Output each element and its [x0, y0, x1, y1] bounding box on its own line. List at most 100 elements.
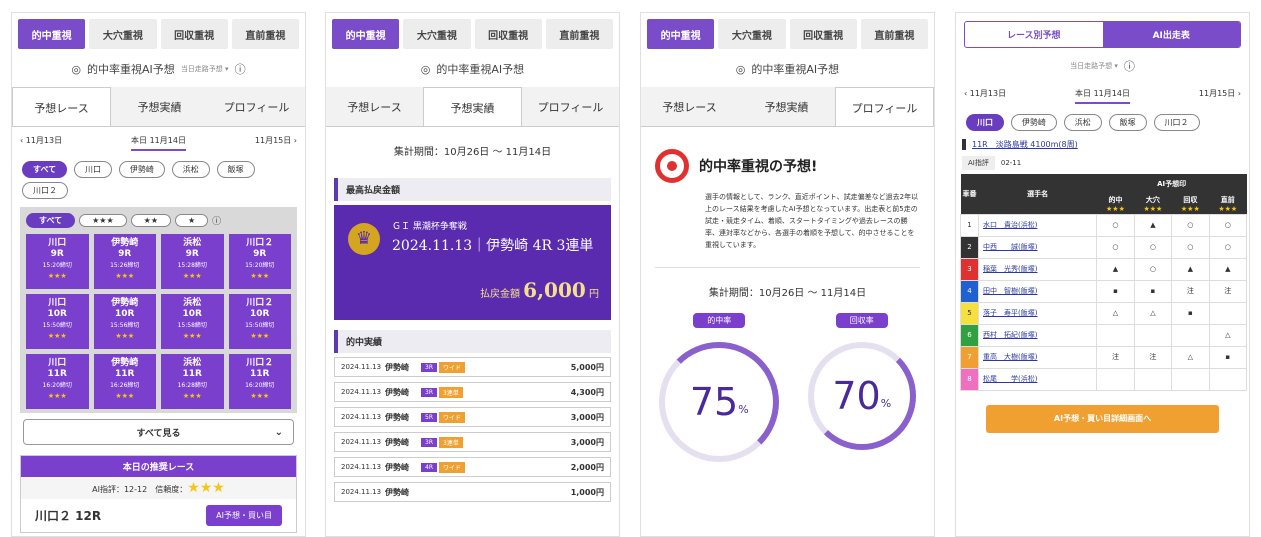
race-card[interactable]: 浜松 10R 15:58締切 ★★★ — [161, 294, 224, 349]
help-icon[interactable]: ⓘ — [235, 61, 246, 77]
mark-cell: ▪ — [1133, 279, 1173, 303]
car-number: 4 — [960, 279, 979, 303]
tab-hit[interactable]: 的中重視 — [647, 19, 715, 49]
help-icon[interactable]: ⓘ — [212, 214, 221, 227]
star-filter-3[interactable]: ★★★ — [79, 214, 127, 227]
race-card[interactable]: 伊勢崎 11R 16:26締切 ★★★ — [93, 354, 156, 409]
date-prev[interactable]: ‹ 11月13日 — [20, 135, 62, 151]
rider-name[interactable]: 稲葉 光秀(飯塚) — [977, 257, 1098, 281]
mark-cell: ○ — [1096, 213, 1135, 237]
tab-longshot[interactable]: 大穴重視 — [89, 19, 157, 49]
venue-filter-iizuka[interactable]: 飯塚 — [1108, 114, 1147, 131]
col-longshot-label: 大穴 — [1145, 195, 1160, 204]
mark-cell: △ — [1096, 301, 1135, 325]
tab-latest[interactable]: 直前重視 — [860, 19, 928, 49]
venue-filter-kawaguchi2[interactable]: 川口２ — [1153, 114, 1200, 131]
tab-results[interactable]: 予想実績 — [423, 87, 522, 126]
tab-longshot[interactable]: 大穴重視 — [403, 19, 471, 49]
date-today[interactable]: 本日 11月14日 — [131, 135, 186, 151]
col-recovery-label: 回収 — [1183, 195, 1198, 204]
venue-filter-isesaki[interactable]: 伊勢崎 — [1010, 114, 1057, 131]
venue-filter-kawaguchi[interactable]: 川口 — [966, 114, 1004, 131]
venue-filter-isesaki[interactable]: 伊勢崎 — [118, 161, 165, 178]
race-card[interactable]: 浜松 11R 16:28締切 ★★★ — [161, 354, 224, 409]
divider — [655, 267, 920, 268]
rider-name[interactable]: 松尾 学(浜松) — [977, 367, 1098, 391]
tab-results[interactable]: 予想実績 — [738, 87, 835, 126]
race-card[interactable]: 浜松 9R 15:28締切 ★★★ — [161, 234, 224, 289]
tab-races[interactable]: 予想レース — [641, 87, 738, 126]
hit-row[interactable]: 2024.11.13 伊勢崎 4R ワイド 2,000円 — [334, 457, 611, 477]
tab-recovery[interactable]: 回収重視 — [474, 19, 542, 49]
date-prev[interactable]: ‹ 11月13日 — [964, 88, 1006, 104]
hit-date: 2024.11.13 — [341, 463, 382, 471]
tab-results[interactable]: 予想実績 — [111, 87, 208, 126]
tab-recovery[interactable]: 回収重視 — [789, 19, 857, 49]
hit-row[interactable]: 2024.11.13 伊勢崎 3R 3連単 4,300円 — [334, 382, 611, 402]
date-today[interactable]: 本日 11月14日 — [1075, 88, 1130, 104]
race-card[interactable]: 川口２ 9R 15:20締切 ★★★ — [228, 234, 291, 289]
tab-longshot[interactable]: 大穴重視 — [718, 19, 786, 49]
col-no: 車番 — [960, 174, 979, 214]
rider-name[interactable]: 田中 智樹(飯塚) — [977, 279, 1098, 303]
tab-profile[interactable]: プロフィール — [835, 87, 934, 126]
date-next[interactable]: 11月15日 › — [255, 135, 297, 151]
banner-race: ＧＩ 黒潮杯争奪戦 — [392, 222, 467, 232]
venue-filters: すべて 川口 伊勢崎 浜松 飯塚 川口２ — [12, 159, 305, 201]
tab-ai-entries[interactable]: AI出走表 — [1102, 22, 1240, 47]
race-card-race: 11R — [182, 369, 202, 379]
tab-latest[interactable]: 直前重視 — [231, 19, 299, 49]
hit-race: 4R — [421, 462, 437, 472]
detail-button[interactable]: AI予想・買い目詳細画面へ — [986, 404, 1219, 433]
tab-latest[interactable]: 直前重視 — [545, 19, 613, 49]
rider-name[interactable]: 西村 拓紀(飯塚) — [977, 323, 1098, 347]
tab-profile[interactable]: プロフィール — [522, 87, 619, 126]
hit-row[interactable]: 2024.11.13 伊勢崎 5R ワイド 3,000円 — [334, 407, 611, 427]
tab-races[interactable]: 予想レース — [12, 87, 111, 126]
venue-filters: 川口 伊勢崎 浜松 飯塚 川口２ — [956, 112, 1249, 133]
venue-filter-hamamatsu[interactable]: 浜松 — [1063, 114, 1102, 131]
tab-race-prediction[interactable]: レース別予想 — [965, 22, 1103, 47]
rider-name[interactable]: 落子 寿平(飯塚) — [977, 301, 1098, 325]
race-card[interactable]: 川口２ 10R 15:50締切 ★★★ — [228, 294, 291, 349]
venue-filter-all[interactable]: すべて — [22, 161, 68, 178]
rider-name[interactable]: 重高 大樹(飯塚) — [977, 345, 1098, 369]
race-card[interactable]: 川口 9R 15:20締切 ★★★ — [26, 234, 89, 289]
star-filter-2[interactable]: ★★ — [130, 214, 171, 227]
race-card[interactable]: 川口 11R 16:20締切 ★★★ — [26, 354, 89, 409]
venue-filter-iizuka[interactable]: 飯塚 — [216, 161, 255, 178]
mark-cell: ▲ — [1133, 213, 1173, 237]
star-filter-1[interactable]: ★ — [174, 214, 209, 227]
rider-name[interactable]: 中西 誠(飯塚) — [977, 235, 1098, 259]
ai-select[interactable]: 当日走路予想 ▾ — [181, 64, 229, 74]
show-all-button[interactable]: すべて見る ⌄ — [23, 419, 294, 445]
mark-cell — [1096, 367, 1135, 391]
help-icon[interactable]: ⓘ — [1124, 58, 1135, 74]
tab-hit[interactable]: 的中重視 — [18, 19, 86, 49]
car-number: 7 — [960, 345, 979, 369]
race-card[interactable]: 川口 10R 15:50締切 ★★★ — [26, 294, 89, 349]
hit-row[interactable]: 2024.11.13 伊勢崎 3R 3連単 3,000円 — [334, 432, 611, 452]
date-next[interactable]: 11月15日 › — [1199, 88, 1241, 104]
tab-races[interactable]: 予想レース — [326, 87, 423, 126]
recovery-rate-gauge: 70% — [807, 342, 916, 450]
race-card[interactable]: 伊勢崎 9R 15:26締切 ★★★ — [93, 234, 156, 289]
rec-button[interactable]: AI予想・買い目 — [206, 505, 282, 526]
tab-recovery[interactable]: 回収重視 — [160, 19, 228, 49]
venue-filter-kawaguchi[interactable]: 川口 — [74, 161, 112, 178]
ai-select[interactable]: 当日走路予想 ▾ — [1070, 61, 1118, 71]
race-card[interactable]: 伊勢崎 10R 15:56締切 ★★★ — [93, 294, 156, 349]
race-card-venue: 浜松 — [183, 298, 202, 308]
date-next-label: 11月15日 — [254, 136, 292, 145]
race-card[interactable]: 川口２ 11R 16:20締切 ★★★ — [228, 354, 291, 409]
star-filter-all[interactable]: すべて — [26, 213, 76, 228]
hit-row[interactable]: 2024.11.13 伊勢崎 1,000円 — [334, 482, 611, 502]
tab-profile[interactable]: プロフィール — [208, 87, 305, 126]
race-link[interactable]: 11R 淡路島戦 4100m(8周) — [962, 139, 1243, 150]
hit-row[interactable]: 2024.11.13 伊勢崎 3R ワイド 5,000円 — [334, 357, 611, 377]
tab-hit[interactable]: 的中重視 — [332, 19, 400, 49]
rider-name[interactable]: 水口 貴治(浜松) — [977, 213, 1098, 237]
venue-filter-hamamatsu[interactable]: 浜松 — [171, 161, 210, 178]
venue-filter-kawaguchi2[interactable]: 川口２ — [22, 182, 68, 199]
banner-amount: 払戻金額 6,000 円 — [480, 278, 599, 302]
